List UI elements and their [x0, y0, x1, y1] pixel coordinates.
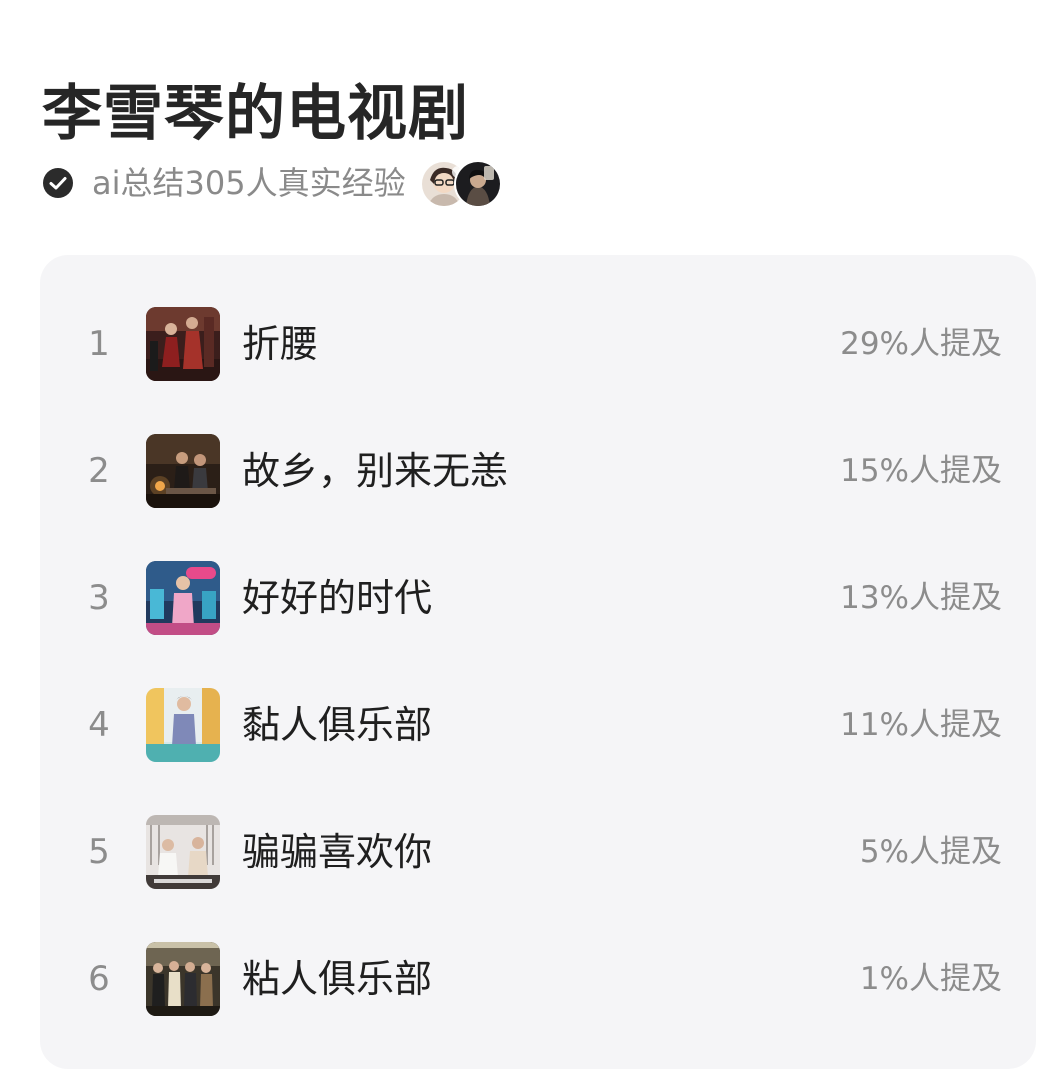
- mention-percentage: 11%人提及: [840, 707, 1002, 743]
- drama-thumbnail[interactable]: [146, 942, 220, 1016]
- drama-title: 粘人俱乐部: [242, 957, 433, 1001]
- rank-number: 2: [88, 451, 110, 491]
- mention-percentage: 5%人提及: [859, 834, 1002, 870]
- drama-thumbnail[interactable]: [146, 434, 220, 508]
- drama-title: 黏人俱乐部: [242, 703, 433, 747]
- avatar-stack[interactable]: [419, 160, 502, 208]
- mention-percentage: 1%人提及: [859, 961, 1002, 997]
- drama-title: 骗骗喜欢你: [242, 830, 433, 874]
- list-item[interactable]: 2 故乡，别来无恙 15%人提及: [40, 431, 1036, 511]
- rank-number: 1: [88, 324, 110, 364]
- list-item[interactable]: 4 黏人俱乐部 11%人提及: [40, 685, 1036, 765]
- mention-percentage: 13%人提及: [840, 580, 1002, 616]
- list-item[interactable]: 5 骗骗喜欢你 5%人提及: [40, 812, 1036, 892]
- drama-title: 好好的时代: [242, 576, 433, 620]
- list-item[interactable]: 6 粘人俱乐部 1%人提及: [40, 939, 1036, 1019]
- check-circle-icon: [42, 167, 74, 199]
- drama-thumbnail[interactable]: [146, 815, 220, 889]
- page-title: 李雪琴的电视剧: [42, 79, 469, 150]
- drama-title: 故乡，别来无恙: [242, 449, 509, 493]
- ranking-card: 1 折腰 29%人提及 2 故乡，别来无恙 15%人提及 3 好好的时代 13%…: [40, 255, 1036, 1069]
- drama-thumbnail[interactable]: [146, 307, 220, 381]
- user-avatar-2: [453, 160, 502, 208]
- list-item[interactable]: 3 好好的时代 13%人提及: [40, 558, 1036, 638]
- drama-thumbnail[interactable]: [146, 688, 220, 762]
- drama-title: 折腰: [242, 322, 319, 366]
- ai-summary-row[interactable]: ai总结305人真实经验: [42, 158, 502, 208]
- rank-number: 5: [88, 832, 110, 872]
- rank-number: 6: [88, 959, 110, 999]
- drama-thumbnail[interactable]: [146, 561, 220, 635]
- rank-number: 3: [88, 578, 110, 618]
- mention-percentage: 15%人提及: [840, 453, 1002, 489]
- rank-number: 4: [88, 705, 110, 745]
- ai-summary-text: ai总结305人真实经验: [92, 164, 406, 202]
- mention-percentage: 29%人提及: [840, 326, 1002, 362]
- list-item[interactable]: 1 折腰 29%人提及: [40, 304, 1036, 384]
